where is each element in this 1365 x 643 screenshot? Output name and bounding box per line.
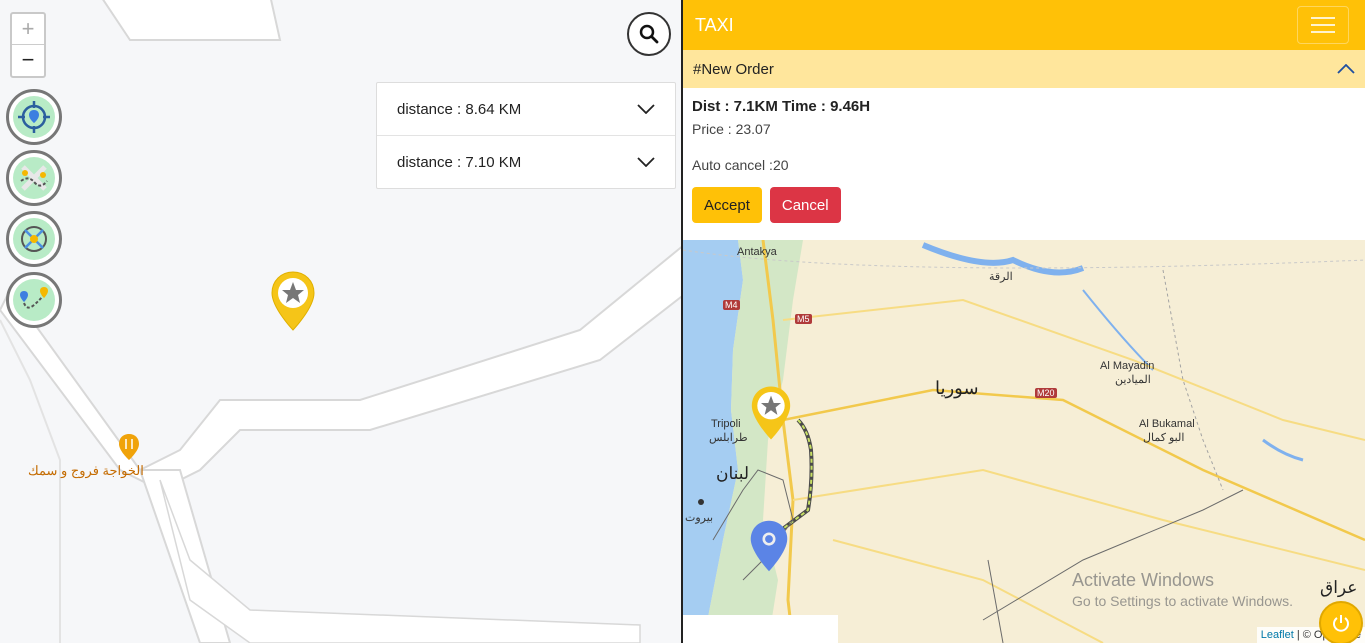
road-shield-m20: M20 [1035, 388, 1057, 398]
leaflet-link[interactable]: Leaflet [1261, 629, 1294, 641]
order-auto-cancel: Auto cancel :20 [692, 157, 789, 173]
map-blank-tile [683, 615, 838, 643]
map-label-syria: سوريا [935, 378, 979, 398]
map-label-tripoli-ar: طرابلس [709, 432, 748, 444]
order-price: Price : 23.07 [692, 121, 771, 137]
watermark-line1: Activate Windows [1072, 570, 1215, 590]
route-pins-icon [20, 165, 48, 191]
chevron-down-icon [637, 104, 655, 114]
search-icon [639, 24, 659, 44]
zoom-in-button[interactable]: + [12, 14, 44, 45]
chevron-up-icon[interactable] [1337, 64, 1355, 74]
map-label-mayadin: Al Mayadin [1100, 360, 1155, 372]
order-dist-time: Dist : 7.1KM Time : 9.46H [692, 98, 871, 115]
restaurant-poi-icon[interactable] [118, 433, 140, 461]
map-label-bukamal: Al Bukamal [1139, 418, 1195, 430]
right-panel: TAXI #New Order Dist : 7.1KM Time : 9.46… [683, 0, 1365, 643]
navbar: TAXI [683, 0, 1365, 50]
route-tool-button[interactable] [6, 150, 62, 206]
overview-map[interactable]: Antakya الرقة سوريا Al Mayadin الميادين … [683, 240, 1365, 643]
pickup-star-marker-icon[interactable] [750, 384, 792, 442]
destination-marker-icon[interactable] [749, 518, 789, 574]
cancel-button[interactable]: Cancel [769, 187, 841, 223]
distance-label: distance : 8.64 KM [397, 100, 522, 118]
order-body: Dist : 7.1KM Time : 9.46H Price : 23.07 … [683, 88, 1365, 229]
map-label-bukamal-ar: البو كمال [1143, 432, 1185, 444]
map-label-beirut: بيروت [685, 512, 714, 524]
poi-label: الخواجة فروج و سمك [28, 463, 144, 478]
map-label-iraq: عراق [1320, 578, 1358, 597]
map-label-raqqa: الرقة [989, 271, 1013, 283]
left-map[interactable]: + − distance: 8.64 KM distance: 7.10 K… [0, 0, 681, 643]
map-label-tripoli: Tripoli [711, 418, 741, 430]
chevron-down-icon [637, 157, 655, 167]
accept-button[interactable]: Accept [692, 187, 762, 223]
power-icon [1333, 615, 1349, 632]
order-header[interactable]: #New Order [683, 50, 1365, 88]
distance-row[interactable]: distance : 7.10 KM [377, 136, 675, 188]
locate-tool-button[interactable] [6, 89, 62, 145]
menu-toggle-button[interactable] [1297, 6, 1349, 44]
map-label-antakya: Antakya [737, 246, 777, 258]
power-button[interactable] [1319, 601, 1363, 643]
watermark-line2: Go to Settings to activate Windows. [1072, 593, 1293, 609]
distance-panel: distance : 8.64 KM distance : 7.10 KM [376, 82, 676, 189]
map-label-mayadin-ar: الميادين [1115, 374, 1151, 386]
map-label-lebanon: لبنان [716, 464, 750, 483]
area-tool-button[interactable] [6, 211, 62, 267]
distance-row[interactable]: distance : 8.64 KM [377, 83, 675, 136]
brand-title[interactable]: TAXI [695, 15, 734, 36]
windows-watermark: Activate Windows Go to Settings to activ… [1072, 570, 1293, 609]
order-title: #New Order [693, 60, 774, 78]
search-button[interactable] [627, 12, 671, 56]
locate-target-icon [18, 101, 50, 133]
star-marker-icon[interactable] [270, 270, 316, 332]
zoom-out-button[interactable]: − [12, 45, 44, 75]
road-shield-m5: M5 [795, 314, 812, 324]
zoom-control: + − [10, 12, 46, 78]
road-shield-m4: M4 [723, 300, 740, 310]
path-tool-button[interactable] [6, 272, 62, 328]
distance-label: distance : 7.10 KM [397, 153, 522, 171]
area-crosshair-icon [21, 226, 47, 252]
path-icon [20, 287, 48, 309]
